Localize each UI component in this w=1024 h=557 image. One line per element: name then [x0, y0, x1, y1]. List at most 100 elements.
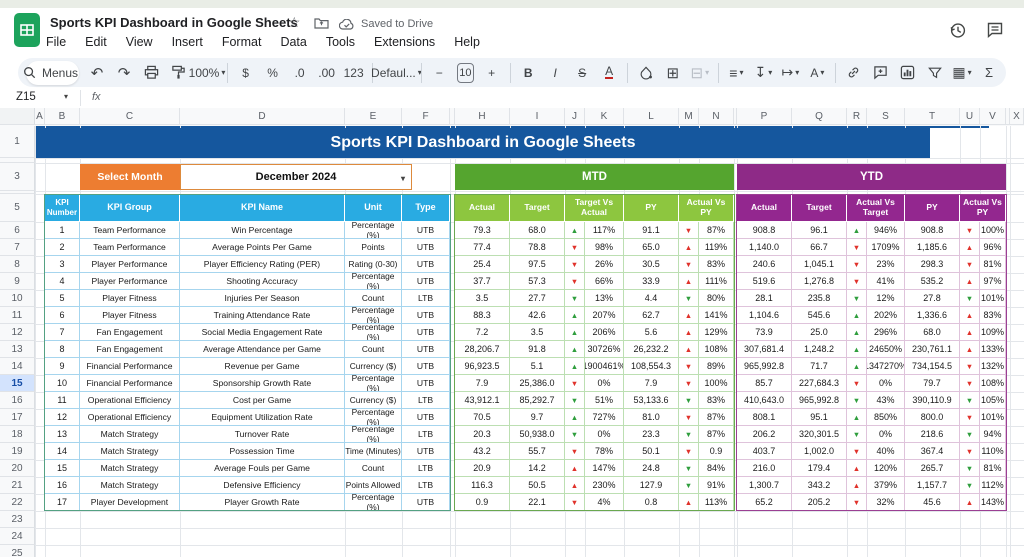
cell-kpi-number[interactable]: 7	[45, 324, 80, 341]
cell-mtd-target[interactable]: 68.0	[510, 222, 565, 239]
up-arrow-icon[interactable]: ▲	[565, 409, 585, 426]
up-arrow-icon[interactable]: ▲	[847, 341, 867, 358]
menu-insert[interactable]: Insert	[172, 35, 203, 49]
up-arrow-icon[interactable]: ▲	[847, 477, 867, 494]
cell-type[interactable]: LTB	[402, 392, 450, 409]
cell-unit[interactable]: Percentage (%)	[345, 494, 402, 511]
cell-mtd-actual[interactable]: 20.3	[455, 426, 510, 443]
column-header-X[interactable]: X	[1010, 108, 1024, 125]
cell-kpi-name[interactable]: Average Fouls per Game	[180, 460, 345, 477]
print-button[interactable]	[142, 62, 160, 84]
cell-ytd-actual-vs-target[interactable]: 41%	[867, 273, 905, 290]
up-arrow-icon[interactable]: ▲	[847, 460, 867, 477]
up-arrow-icon[interactable]: ▲	[960, 239, 980, 256]
cell-mtd-actual[interactable]: 28,206.7	[455, 341, 510, 358]
cell-type[interactable]: UTB	[402, 256, 450, 273]
cell-mtd-actual-vs-py[interactable]: 83%	[699, 256, 734, 273]
cell-type[interactable]: LTB	[402, 477, 450, 494]
vertical-align-select[interactable]: ↧ ▾	[754, 62, 773, 84]
cell-type[interactable]: UTB	[402, 494, 450, 511]
up-arrow-icon[interactable]: ▲	[847, 307, 867, 324]
more-formats-button[interactable]: 123	[344, 62, 364, 84]
cell-ytd-target[interactable]: 25.0	[792, 324, 847, 341]
cell-mtd-py[interactable]: 4.4	[624, 290, 679, 307]
version-history-icon[interactable]	[944, 17, 970, 43]
cell-ytd-actual-vs-py[interactable]: 132%	[980, 358, 1006, 375]
cell-kpi-group[interactable]: Fan Engagement	[80, 324, 180, 341]
cell-unit[interactable]: Percentage (%)	[345, 375, 402, 392]
up-arrow-icon[interactable]: ▲	[679, 324, 699, 341]
cell-kpi-group[interactable]: Team Performance	[80, 222, 180, 239]
up-arrow-icon[interactable]: ▲	[960, 273, 980, 290]
cell-mtd-py[interactable]: 81.0	[624, 409, 679, 426]
down-arrow-icon[interactable]: ▼	[565, 443, 585, 460]
cell-ytd-actual-vs-target[interactable]: 32%	[867, 494, 905, 511]
down-arrow-icon[interactable]: ▼	[565, 494, 585, 511]
cell-mtd-target-vs-actual[interactable]: 30726%	[585, 341, 624, 358]
cell-kpi-number[interactable]: 11	[45, 392, 80, 409]
cell-mtd-actual-vs-py[interactable]: 129%	[699, 324, 734, 341]
cell-kpi-group[interactable]: Player Performance	[80, 273, 180, 290]
up-arrow-icon[interactable]: ▲	[679, 494, 699, 511]
cell-type[interactable]: UTB	[402, 358, 450, 375]
cell-mtd-actual-vs-py[interactable]: 113%	[699, 494, 734, 511]
select-all-corner[interactable]	[0, 108, 35, 125]
cell-ytd-actual-vs-py[interactable]: 143%	[980, 494, 1006, 511]
cell-kpi-number[interactable]: 3	[45, 256, 80, 273]
cell-type[interactable]: UTB	[402, 307, 450, 324]
cell-mtd-target-vs-actual[interactable]: 727%	[585, 409, 624, 426]
cell-mtd-actual[interactable]: 43.2	[455, 443, 510, 460]
cell-kpi-name[interactable]: Average Points Per Game	[180, 239, 345, 256]
cell-ytd-py[interactable]: 45.6	[905, 494, 960, 511]
horizontal-align-select[interactable]: ≡ ▾	[727, 62, 745, 84]
row-header-5[interactable]: 5	[0, 194, 35, 222]
up-arrow-icon[interactable]: ▲	[960, 324, 980, 341]
menu-edit[interactable]: Edit	[85, 35, 107, 49]
column-header-K[interactable]: K	[585, 108, 624, 125]
sheets-logo-icon[interactable]	[14, 13, 40, 47]
cell-mtd-actual[interactable]: 70.5	[455, 409, 510, 426]
down-arrow-icon[interactable]: ▼	[565, 239, 585, 256]
cell-mtd-py[interactable]: 0.8	[624, 494, 679, 511]
cell-kpi-number[interactable]: 10	[45, 375, 80, 392]
down-arrow-icon[interactable]: ▼	[565, 426, 585, 443]
cell-ytd-actual-vs-target[interactable]: 1347270%	[867, 358, 905, 375]
cell-mtd-actual-vs-py[interactable]: 100%	[699, 375, 734, 392]
cell-mtd-py[interactable]: 108,554.3	[624, 358, 679, 375]
cell-mtd-actual-vs-py[interactable]: 87%	[699, 426, 734, 443]
cell-ytd-actual-vs-target[interactable]: 23%	[867, 256, 905, 273]
column-header-C[interactable]: C	[80, 108, 180, 125]
cell-ytd-py[interactable]: 218.6	[905, 426, 960, 443]
cell-ytd-actual[interactable]: 403.7	[737, 443, 792, 460]
cell-mtd-target-vs-actual[interactable]: 78%	[585, 443, 624, 460]
cell-unit[interactable]: Points Allowed	[345, 477, 402, 494]
down-arrow-icon[interactable]: ▼	[847, 443, 867, 460]
cell-kpi-number[interactable]: 8	[45, 341, 80, 358]
cell-unit[interactable]: Rating (0-30)	[345, 256, 402, 273]
cell-type[interactable]: UTB	[402, 443, 450, 460]
cell-mtd-actual[interactable]: 79.3	[455, 222, 510, 239]
down-arrow-icon[interactable]: ▼	[679, 443, 699, 460]
cell-ytd-actual[interactable]: 28.1	[737, 290, 792, 307]
down-arrow-icon[interactable]: ▼	[565, 256, 585, 273]
column-header-F[interactable]: F	[402, 108, 450, 125]
up-arrow-icon[interactable]: ▲	[565, 222, 585, 239]
row-header-12[interactable]: 12	[0, 324, 35, 341]
cell-mtd-py[interactable]: 53,133.6	[624, 392, 679, 409]
column-header-J[interactable]: J	[565, 108, 585, 125]
cell-unit[interactable]: Percentage (%)	[345, 426, 402, 443]
cell-ytd-actual-vs-py[interactable]: 100%	[980, 222, 1006, 239]
down-arrow-icon[interactable]: ▼	[847, 392, 867, 409]
cell-ytd-py[interactable]: 68.0	[905, 324, 960, 341]
cell-kpi-number[interactable]: 16	[45, 477, 80, 494]
cell-ytd-py[interactable]: 265.7	[905, 460, 960, 477]
cell-mtd-actual-vs-py[interactable]: 80%	[699, 290, 734, 307]
cell-unit[interactable]: Percentage (%)	[345, 324, 402, 341]
text-wrap-select[interactable]: ↦ ▾	[781, 62, 800, 84]
cell-kpi-group[interactable]: Match Strategy	[80, 460, 180, 477]
cell-ytd-actual[interactable]: 65.2	[737, 494, 792, 511]
cell-mtd-py[interactable]: 33.9	[624, 273, 679, 290]
cell-ytd-actual-vs-target[interactable]: 0%	[867, 426, 905, 443]
star-icon[interactable]: ☆	[288, 14, 301, 31]
row-header-1[interactable]: 1	[0, 126, 35, 158]
